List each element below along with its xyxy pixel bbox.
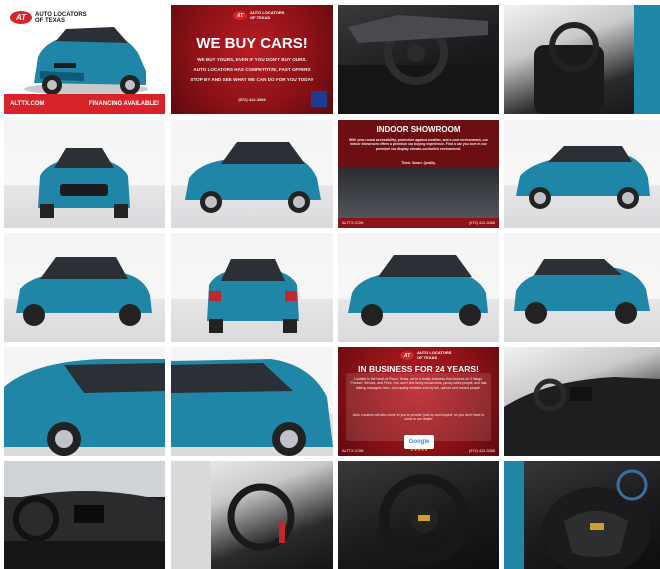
business-url: ALTTX.COM xyxy=(342,449,364,453)
showroom-photo xyxy=(338,168,499,218)
car-side-closeup-rear xyxy=(171,359,333,456)
cover-banner: ALTTX.COM FINANCING AVAILABLE! xyxy=(4,94,165,114)
business-panel: Located in the heart of Plano, Texas, we… xyxy=(346,373,491,441)
buy-line-1: WE BUY YOURS, EVEN IF YOU DON'T BUY OURS… xyxy=(197,57,307,62)
car-side-closeup-front xyxy=(4,359,165,456)
banner-url: ALTTX.COM xyxy=(10,101,45,107)
gallery-indoor-showroom-tile[interactable]: INDOOR SHOWROOM With year-round accessib… xyxy=(338,120,499,228)
gallery-photo-rear-three-quarter-right[interactable] xyxy=(338,233,499,342)
gallery-cover-tile[interactable]: AT AUTO LOCATORS OF TEXAS ALTTX.COM FINA… xyxy=(4,5,165,114)
car-front-quarter-view xyxy=(185,142,321,213)
gallery-photo-interior-passenger[interactable] xyxy=(504,347,660,456)
logo-mark: AT xyxy=(233,11,247,20)
showroom-header: INDOOR SHOWROOM With year-round accessib… xyxy=(338,120,499,168)
gallery-photo-side-left-front-closeup[interactable] xyxy=(4,347,165,456)
gallery-photo-steering-closeup[interactable] xyxy=(504,461,660,569)
front-seats-photo xyxy=(534,5,660,114)
showroom-footer: ALTTX.COM (972) 412-3366 xyxy=(338,218,499,228)
gallery-photo-rear-three-quarter-left[interactable] xyxy=(4,233,165,342)
buy-phone: (972) 412-3366 xyxy=(238,97,266,102)
gallery-photo-front[interactable] xyxy=(4,120,165,228)
steering-wheel-photo xyxy=(379,474,469,564)
business-phone: (972) 412-3366 xyxy=(469,449,495,453)
logo-line2: OF TEXAS xyxy=(417,354,438,360)
interior-dash-photo xyxy=(4,461,165,569)
buy-line-3: STOP BY AND SEE WHAT WE CAN DO FOR YOU T… xyxy=(190,77,314,82)
buy-line-2: AUTO LOCATORS HAS COMPETITIVE, FAST OFFE… xyxy=(193,67,311,72)
business-body: Located in the heart of Plano, Texas, we… xyxy=(350,377,487,390)
business-logo: AT AUTO LOCATORS OF TEXAS xyxy=(400,350,451,360)
business-footer: ALTTX.COM (972) 412-3366 xyxy=(338,446,499,456)
steering-closeup-photo xyxy=(504,461,650,569)
showroom-title: INDOOR SHOWROOM xyxy=(376,125,461,134)
buy-title: WE BUY CARS! xyxy=(196,35,308,52)
showroom-phone: (972) 412-3366 xyxy=(469,221,495,225)
business-body-2: Auto Locators will also come to you to p… xyxy=(352,413,485,422)
gallery-photo-front-seats[interactable] xyxy=(504,5,660,114)
gallery-photo-rear[interactable] xyxy=(171,233,333,342)
car-side-left-view xyxy=(514,259,650,324)
gallery-photo-interior-door[interactable] xyxy=(171,461,333,569)
car-rear-view xyxy=(207,259,299,333)
gallery-photo-interior-dash[interactable] xyxy=(4,461,165,569)
gallery-photo-side-left[interactable] xyxy=(504,233,660,342)
showroom-tagline: Think. Smart. Quality. xyxy=(401,161,436,165)
gallery-in-business-tile[interactable]: AT AUTO LOCATORS OF TEXAS IN BUSINESS FO… xyxy=(338,347,499,456)
interior-door-photo xyxy=(171,461,295,569)
gallery-photo-side-right-rear-closeup[interactable] xyxy=(171,347,333,456)
car-side-right-view xyxy=(516,146,650,209)
gallery-we-buy-cars-tile[interactable]: AT AUTO LOCATORS OF TEXAS WE BUY CARS! W… xyxy=(171,5,333,114)
photo-gallery: AT AUTO LOCATORS OF TEXAS ALTTX.COM FINA… xyxy=(0,0,660,569)
gallery-photo-dashboard[interactable] xyxy=(338,5,499,114)
banner-tag: FINANCING AVAILABLE! xyxy=(88,101,159,107)
showroom-url: ALTTX.COM xyxy=(342,221,364,225)
buy-logo: AT AUTO LOCATORS OF TEXAS xyxy=(233,10,284,20)
dashboard-photo xyxy=(338,15,499,114)
logo-line2: OF TEXAS xyxy=(250,14,271,20)
gallery-photo-side-right[interactable] xyxy=(504,120,660,228)
logo-mark: AT xyxy=(400,351,414,360)
badge-icon xyxy=(311,91,327,107)
showroom-body: With year-round accessibility, protectio… xyxy=(349,138,488,151)
car-rear-quarter-view xyxy=(16,257,152,326)
gallery-photo-front-three-quarter[interactable] xyxy=(171,120,333,228)
interior-passenger-photo xyxy=(504,377,660,456)
car-rear-right-view xyxy=(348,255,488,326)
gallery-photo-steering-wheel[interactable] xyxy=(338,461,499,569)
car-front-view xyxy=(38,148,130,218)
